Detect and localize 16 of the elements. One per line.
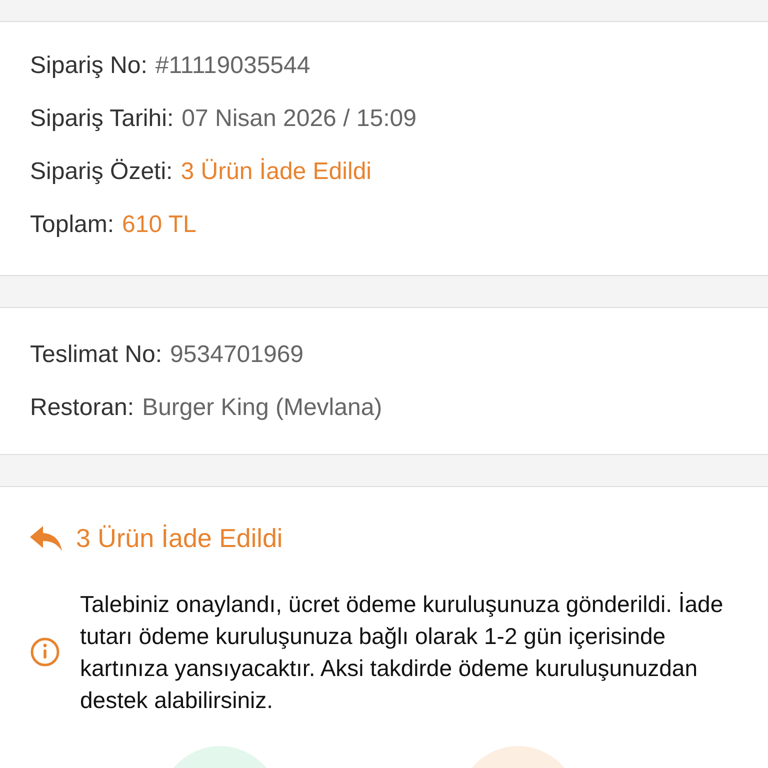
field-label: Sipariş Özeti: [30, 156, 173, 186]
field-value: 610 TL [122, 210, 196, 240]
field-value: 3 Ürün İade Edildi [180, 156, 372, 186]
reply-arrow-icon [30, 526, 62, 552]
field-label: Sipariş Tarihi: [30, 104, 174, 134]
field-value: 07 Nisan 2026 / 15:09 [182, 104, 416, 134]
field-label: Restoran: [30, 392, 134, 422]
field-label: Sipariş No: [30, 50, 148, 80]
refund-message: Talebiniz onaylandı, ücret ödeme kuruluşunuza gönderildi. İade tutarı ödeme kuruluşunuza bağlı olarak 1-2 gün içerisinde kartınıza yansıyacaktır. Aksi takdirde ödeme kuruluşunuzdan destek alabilirsiniz. [80, 590, 724, 715]
field-value: 9534701969 [170, 340, 304, 370]
field-label: Teslimat No: [30, 340, 162, 370]
refund-title: 3 Ürün İade Edildi [76, 522, 283, 555]
info-icon [30, 637, 60, 667]
field-value: Burger King (Mevlana) [142, 392, 382, 422]
field-label: Toplam: [30, 210, 114, 240]
field-value: #11119035544 [155, 50, 310, 80]
